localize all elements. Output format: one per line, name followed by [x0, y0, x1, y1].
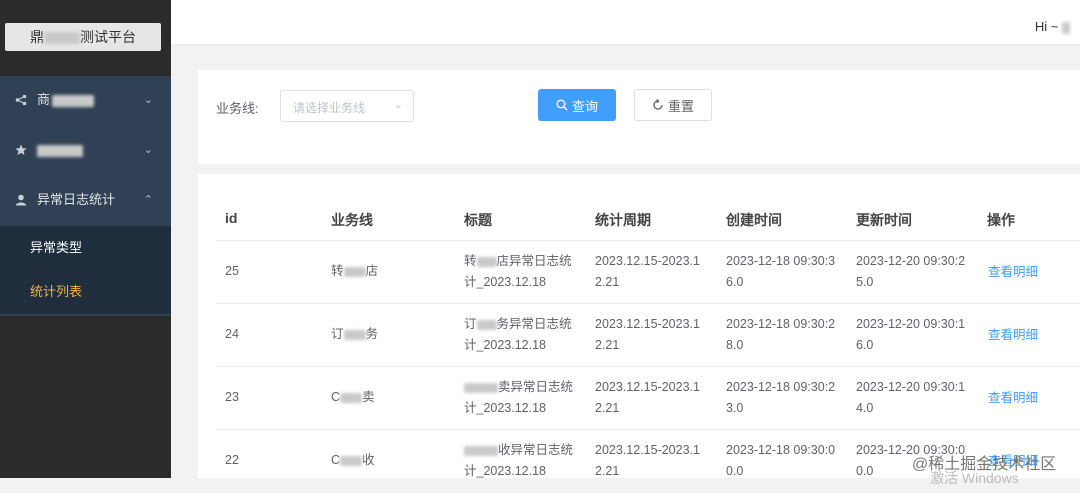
table-row: 25 转店 转店异常日志统 计_2023.12.18 2023.12.15-202…	[216, 240, 1080, 304]
top-header: Hi ~	[171, 0, 1080, 45]
cell-title: 订务异常日志统 计_2023.12.18	[464, 317, 572, 352]
cell-period: 2023.12.15-2023.1 2.21	[595, 317, 700, 352]
view-detail-link[interactable]: 查看明细	[988, 324, 1038, 343]
cell-business-line: 订务	[331, 327, 379, 341]
redacted-text	[1062, 21, 1070, 34]
sidebar-menu-log-stats-label: 异常日志统计	[37, 192, 116, 207]
table-row: 24 订务 订务异常日志统 计_2023.12.18 2023.12.15-202…	[216, 303, 1080, 367]
user-icon	[15, 176, 29, 224]
cell-period: 2023.12.15-2023.1 2.21	[595, 380, 700, 415]
star-icon	[15, 126, 29, 174]
user-greeting[interactable]: Hi ~	[1035, 19, 1070, 34]
logo-prefix: 鼎	[30, 29, 44, 45]
cell-business-line: 转店	[331, 264, 379, 278]
cell-period: 2023.12.15-2023.1 2.21	[595, 443, 700, 478]
search-icon	[556, 99, 568, 111]
column-header-title: 标题	[464, 212, 492, 228]
cell-title: 收异常日志统 计_2023.12.18	[464, 443, 574, 478]
cell-id: 22	[225, 453, 239, 467]
submenu-stat-list-label: 统计列表	[30, 284, 83, 299]
cell-id: 23	[225, 390, 239, 404]
column-header-created-at: 创建时间	[726, 212, 782, 228]
submenu-exception-type[interactable]: 异常类型	[0, 226, 171, 270]
redacted-text	[52, 94, 95, 107]
business-line-select[interactable]: 请选择业务线 ⌄	[280, 90, 414, 122]
sidebar-menu-1[interactable]: 商 ⌄	[0, 76, 171, 124]
redacted-text	[44, 32, 80, 45]
reset-button-label: 重置	[667, 98, 694, 114]
cell-period: 2023.12.15-2023.1 2.21	[595, 254, 700, 289]
column-header-business-line: 业务线	[331, 212, 373, 228]
cell-id: 25	[225, 264, 239, 278]
submenu-exception-type-label: 异常类型	[30, 240, 83, 255]
chevron-down-icon: ⌄	[393, 99, 403, 111]
sidebar: 鼎 测试平台 商 ⌄ ⌄ 异常日志统计 ⌃ 异常类型 统计列表	[0, 0, 171, 478]
redacted-text	[37, 144, 83, 157]
cell-created-at: 2023-12-18 09:30:2 3.0	[726, 380, 836, 415]
cell-id: 24	[225, 327, 239, 341]
column-header-period: 统计周期	[595, 212, 651, 228]
cell-updated-at: 2023-12-20 09:30:1 4.0	[856, 380, 966, 415]
cell-created-at: 2023-12-18 09:30:0 0.0	[726, 443, 836, 478]
stat-table: id 业务线 标题 统计周期 创建时间 更新时间 操作 25 转店 转店异常日志…	[198, 174, 1080, 478]
refresh-icon	[653, 99, 663, 110]
submenu-stat-list[interactable]: 统计列表	[0, 270, 171, 314]
sidebar-empty-area	[0, 316, 171, 478]
sidebar-menu-1-label: 商	[37, 76, 95, 124]
business-line-label: 业务线:	[216, 101, 259, 116]
cell-created-at: 2023-12-18 09:30:2 8.0	[726, 317, 836, 352]
chevron-down-icon: ⌄	[143, 94, 153, 106]
logo-area: 鼎 测试平台	[0, 0, 171, 76]
sidebar-menu-2[interactable]: ⌄	[0, 126, 171, 174]
cell-business-line: C收	[331, 453, 375, 467]
select-placeholder: 请选择业务线	[293, 101, 366, 115]
view-detail-link[interactable]: 查看明细	[988, 387, 1038, 406]
table-row: 23 C卖 卖异常日志统 计_2023.12.18 2023.12.15-2023…	[216, 366, 1080, 430]
sidebar-menu-log-stats[interactable]: 异常日志统计 ⌃	[0, 176, 171, 224]
chevron-down-icon: ⌄	[143, 144, 153, 156]
share-icon	[15, 76, 29, 124]
column-header-id: id	[225, 210, 238, 226]
cell-updated-at: 2023-12-20 09:30:1 6.0	[856, 317, 966, 352]
cell-updated-at: 2023-12-20 09:30:2 5.0	[856, 254, 966, 289]
cell-business-line: C卖	[331, 390, 375, 404]
sidebar-menu-2-label	[37, 126, 83, 174]
logo-suffix: 测试平台	[80, 29, 136, 45]
platform-logo[interactable]: 鼎 测试平台	[5, 23, 161, 51]
cell-created-at: 2023-12-18 09:30:3 6.0	[726, 254, 836, 289]
column-header-updated-at: 更新时间	[856, 212, 912, 228]
query-button-label: 查询	[571, 98, 598, 114]
chevron-up-icon: ⌃	[143, 194, 153, 206]
cell-title: 卖异常日志统 计_2023.12.18	[464, 380, 574, 415]
filter-panel: 业务线: 请选择业务线 ⌄ 查询 重置	[198, 70, 1080, 164]
cell-title: 转店异常日志统 计_2023.12.18	[464, 254, 572, 289]
query-button[interactable]: 查询	[538, 89, 616, 121]
column-header-actions: 操作	[987, 212, 1015, 228]
reset-button[interactable]: 重置	[634, 89, 712, 121]
community-watermark: @稀土掘金技术社区	[912, 456, 1057, 473]
view-detail-link[interactable]: 查看明细	[988, 261, 1038, 280]
